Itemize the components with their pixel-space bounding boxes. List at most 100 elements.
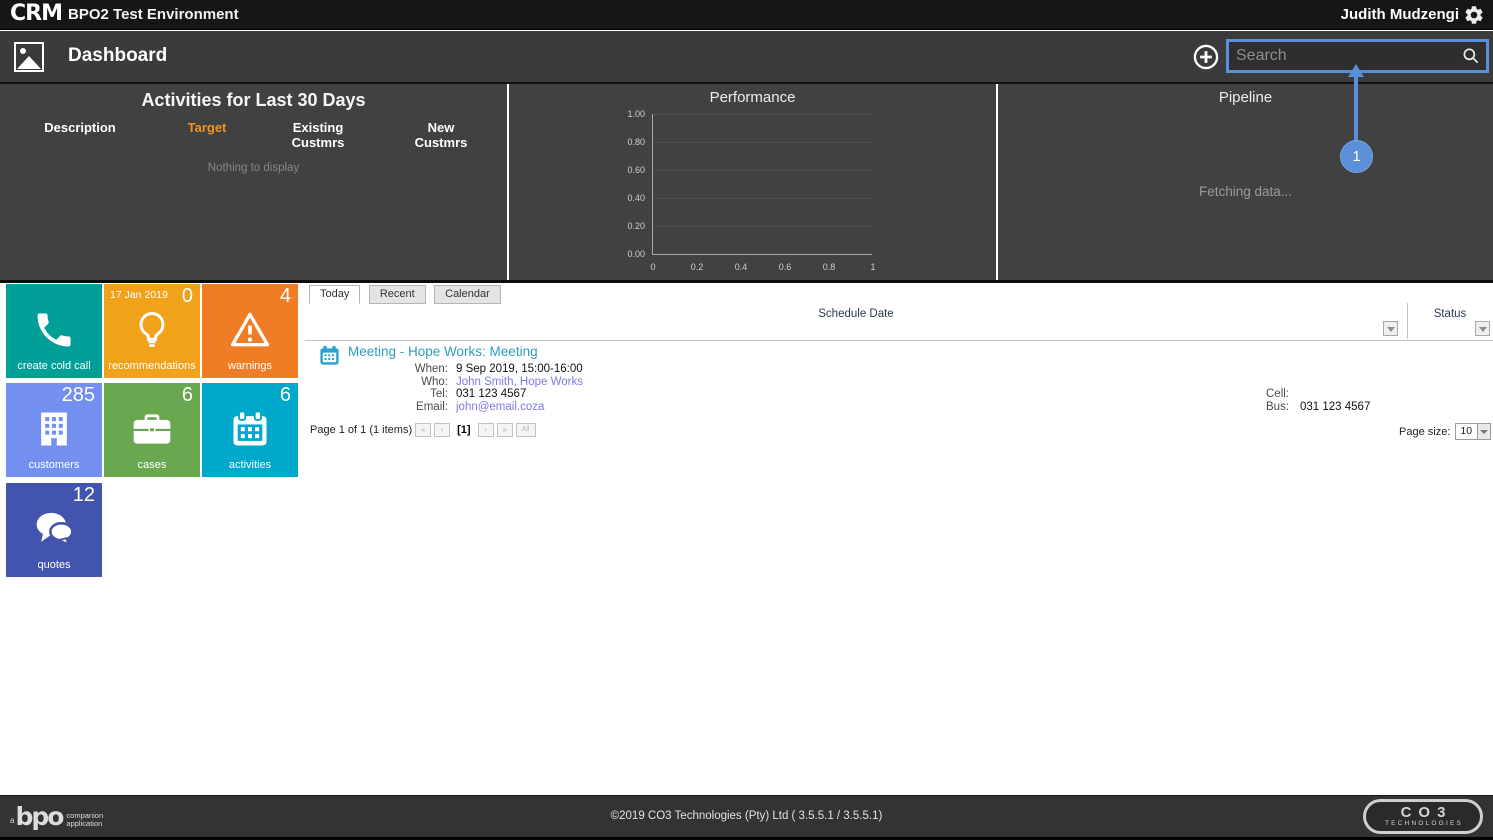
column-header-schedule-date[interactable]: Schedule Date — [305, 308, 1407, 320]
lightbulb-icon — [130, 308, 174, 352]
tel-label: Tel: — [430, 388, 448, 400]
pager-all-button[interactable]: All — [515, 423, 536, 437]
crm-dashboard-screen: CRM BPO2 Test Environment Judith Mudzeng… — [0, 0, 1493, 840]
tile-label: quotes — [37, 559, 71, 571]
co3-technologies-logo: CO3 TECHNOLOGIES — [1363, 799, 1483, 834]
email-label: Email: — [416, 400, 448, 413]
x-tick: 0.4 — [734, 262, 748, 272]
tile-label: warnings — [227, 360, 273, 372]
pipeline-panel-title: Pipeline — [1218, 89, 1273, 106]
co3-logo-text: CO3 — [1400, 804, 1453, 821]
activities-panel-title: Activities for Last 30 Days — [141, 90, 366, 110]
pager-prev-button[interactable]: ‹ — [434, 423, 451, 437]
pager-current-page: [1] — [457, 424, 471, 436]
y-tick: 0.00 — [627, 249, 645, 259]
column-existing-custmrs: Existing Custmrs — [291, 120, 345, 150]
top-bar: CRM BPO2 Test Environment Judith Mudzeng… — [0, 0, 1493, 30]
tile-date: 17 Jan 2019 — [110, 289, 168, 301]
pager-last-button[interactable]: » — [496, 423, 513, 437]
tile-label: create cold call — [17, 360, 91, 372]
dashboard-panels: Activities for Last 30 Days Description … — [0, 84, 1493, 280]
y-tick: 0.40 — [627, 193, 645, 203]
tile-cases[interactable]: 6 cases — [104, 383, 200, 477]
meeting-title-link[interactable]: Meeting - Hope Works: Meeting — [348, 344, 538, 359]
schedule-date-filter-button[interactable] — [1383, 321, 1398, 336]
briefcase-icon — [130, 407, 174, 451]
pager: Page 1 of 1 (1 items) « ‹ [1] › » All — [310, 423, 536, 437]
meeting-details: When: 9 Sep 2019, 15:00-16:00 Who: John Sm… — [310, 363, 583, 413]
page-size-value: 10 — [1460, 425, 1473, 437]
schedule-grid-header: Schedule Date Status — [305, 301, 1493, 341]
performance-chart-plot — [652, 114, 873, 255]
tile-count: 6 — [181, 384, 193, 406]
tab-today[interactable]: Today — [309, 285, 361, 304]
pipeline-panel: Pipeline Fetching data... — [998, 84, 1493, 280]
pager-next-button[interactable]: › — [477, 423, 494, 437]
page-title: Dashboard — [68, 45, 168, 66]
co3-logo-subtext: TECHNOLOGIES — [1384, 820, 1464, 827]
tile-count: 4 — [279, 285, 291, 307]
who-value-link[interactable]: John Smith, Hope Works — [456, 376, 583, 389]
x-tick: 0.2 — [690, 262, 704, 272]
status-filter-button[interactable] — [1475, 321, 1490, 336]
email-value-link[interactable]: john@email.coza — [456, 401, 544, 414]
pager-first-button[interactable]: « — [415, 423, 432, 437]
building-icon — [32, 407, 76, 451]
column-header-status[interactable]: Status — [1407, 308, 1493, 320]
tel-value: 031 123 4567 — [456, 388, 527, 400]
chevron-down-icon — [1479, 327, 1487, 332]
tile-quotes[interactable]: 12 quotes — [6, 483, 102, 577]
performance-panel: Performance 1.00 0.80 0.60 0.40 0.20 0.0… — [509, 84, 996, 280]
environment-title: BPO2 Test Environment — [68, 6, 239, 23]
callout-arrow-line — [1354, 76, 1358, 142]
tab-recent[interactable]: Recent — [368, 285, 426, 304]
y-tick: 0.60 — [627, 165, 645, 175]
tile-activities[interactable]: 6 activities — [202, 383, 298, 477]
activities-empty-text: Nothing to display — [207, 162, 300, 174]
copyright-text: ©2019 CO3 Technologies (Pty) Ltd ( 3.5.5… — [610, 810, 883, 822]
tile-count: 0 — [181, 285, 193, 307]
settings-gear-icon[interactable] — [1463, 4, 1485, 26]
callout-step-number: 1 — [1352, 148, 1361, 165]
page-size-label: Page size: — [1399, 425, 1451, 438]
tab-calendar[interactable]: Calendar — [434, 285, 501, 304]
page-size-select[interactable]: 10 — [1455, 423, 1492, 440]
pipeline-status-text: Fetching data... — [1198, 184, 1293, 199]
tile-recommendations[interactable]: 17 Jan 2019 0 recommendations — [104, 284, 200, 378]
cell-label: Cell: — [1266, 388, 1290, 400]
footer: a bpo companion application ©2019 CO3 Tec… — [0, 795, 1493, 837]
phone-icon — [32, 308, 76, 352]
chat-bubbles-icon — [32, 507, 76, 551]
x-tick: 0.8 — [822, 262, 836, 272]
bus-value: 031 123 4567 — [1300, 400, 1371, 413]
tile-label: activities — [228, 459, 272, 471]
y-tick: 1.00 — [627, 109, 645, 119]
bus-label: Bus: — [1266, 400, 1290, 413]
chevron-down-icon — [1387, 327, 1395, 332]
page-size-control: Page size: 10 — [1399, 423, 1492, 440]
tile-customers[interactable]: 285 customers — [6, 383, 102, 477]
search-icon[interactable] — [1461, 46, 1481, 66]
tile-count: 285 — [61, 384, 95, 406]
callout-step-badge: 1 — [1340, 140, 1373, 173]
crm-logo: CRM — [10, 1, 63, 26]
tile-count: 12 — [72, 484, 95, 506]
warning-triangle-icon — [228, 308, 272, 352]
column-target: Target — [187, 120, 227, 135]
y-tick: 0.20 — [627, 221, 645, 231]
dashboard-image-icon — [14, 42, 44, 72]
tile-create-cold-call[interactable]: create cold call — [6, 284, 102, 378]
calendar-icon — [228, 407, 272, 451]
when-label: When: — [414, 363, 448, 375]
when-value: 9 Sep 2019, 15:00-16:00 — [456, 363, 583, 375]
column-description: Description — [44, 120, 116, 135]
app-bar: Dashboard — [0, 31, 1493, 84]
chevron-down-icon[interactable] — [1477, 424, 1491, 439]
add-plus-icon[interactable] — [1192, 43, 1220, 71]
tile-label: cases — [137, 459, 167, 471]
tile-warnings[interactable]: 4 warnings — [202, 284, 298, 378]
activities-panel: Activities for Last 30 Days Description … — [0, 84, 507, 280]
user-name[interactable]: Judith Mudzengi — [1341, 6, 1459, 23]
who-label: Who: — [421, 375, 448, 388]
search-input[interactable] — [1229, 42, 1461, 70]
